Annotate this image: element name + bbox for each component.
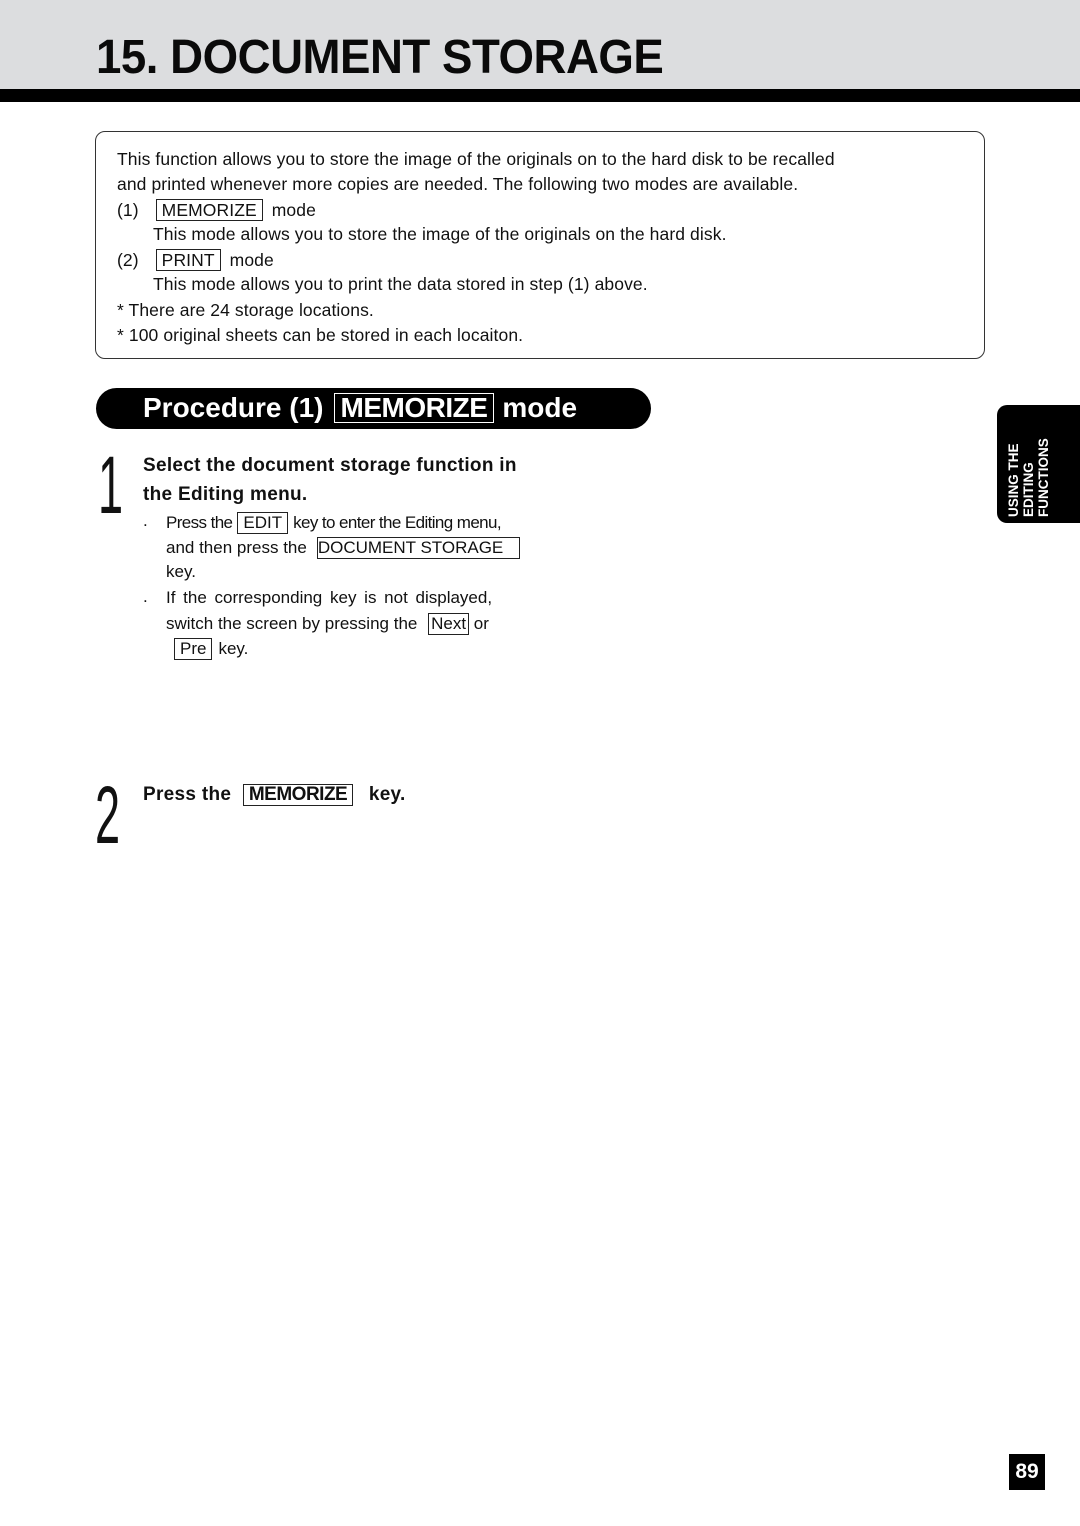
text: switch the screen by pressing the [166,614,418,633]
step-1-bullet-1-line-3: key. [166,562,196,581]
side-tab-line-3: FUNCTIONS [1036,438,1051,517]
bullet: . [143,587,148,606]
procedure-suffix: mode [502,392,578,423]
page-header: 15. DOCUMENT STORAGE [0,0,1080,90]
mode-2-number: (2) [117,250,139,270]
text: key. [218,639,249,658]
text: and then press the [166,538,307,557]
text: Press the [143,784,232,805]
step-1-bullet-1-line-2: and then press the DOCUMENT STORAGE [166,537,524,559]
text: key to enter the Editing menu, [293,513,502,532]
page-number: 89 [1009,1454,1045,1490]
intro-line-1: This function allows you to store the im… [117,149,835,169]
step-2-number: 2 [95,770,121,861]
page-title: 15. DOCUMENT STORAGE [96,31,664,84]
mode-2-desc: This mode allows you to print the data s… [153,274,648,294]
pre-key-label: Pre [174,638,213,660]
next-key-label: Next [428,613,470,635]
side-tab-label: USING THE EDITING FUNCTIONS [1006,438,1051,517]
print-key-label: PRINT [155,249,221,271]
memorize-key-label: MEMORIZE [242,784,354,806]
note-2: * 100 original sheets can be stored in e… [117,325,524,345]
mode-1-desc: This mode allows you to store the image … [153,224,727,244]
procedure-prefix: Procedure (1) [143,392,324,423]
text: key. [368,784,406,805]
mode-1-suffix: mode [271,200,316,220]
mode-1-line: (1) MEMORIZE mode [117,199,316,221]
side-tab-line-2: EDITING [1021,462,1036,517]
memorize-key-label: MEMORIZE [155,199,263,221]
step-1-bullet-2-line-2: switch the screen by pressing the Next o… [166,613,489,635]
note-1: * There are 24 storage locations. [117,300,374,320]
step-1-bullet-1-line-1: Press the EDIT key to enter the Editing me… [166,512,502,534]
step-1-title-line-1: Select the document storage function in [143,455,517,476]
mode-1-number: (1) [117,200,139,220]
step-1-number: 1 [98,440,124,531]
step-1-bullet-2-line-1: If the corresponding key is not displaye… [166,588,493,607]
text: or [473,614,489,633]
step-1-bullet-2-line-3: Pre key. [170,638,248,660]
edit-key-label: EDIT [237,512,289,534]
procedure-banner: Procedure (1) MEMORIZE mode [96,388,651,429]
document-storage-key-label: DOCUMENT STORAGE [316,537,521,559]
side-tab-line-1: USING THE [1006,443,1021,517]
bullet: . [143,511,148,530]
mode-2-suffix: mode [229,250,274,270]
text: Press the [166,513,233,532]
intro-line-2: and printed whenever more copies are nee… [117,174,799,194]
header-rule [0,89,1080,102]
procedure-key: MEMORIZE [333,393,495,423]
step-1-title-line-2: the Editing menu. [143,484,308,505]
mode-2-line: (2) PRINT mode [117,249,274,271]
step-2-title: Press the MEMORIZE key. [143,784,406,806]
